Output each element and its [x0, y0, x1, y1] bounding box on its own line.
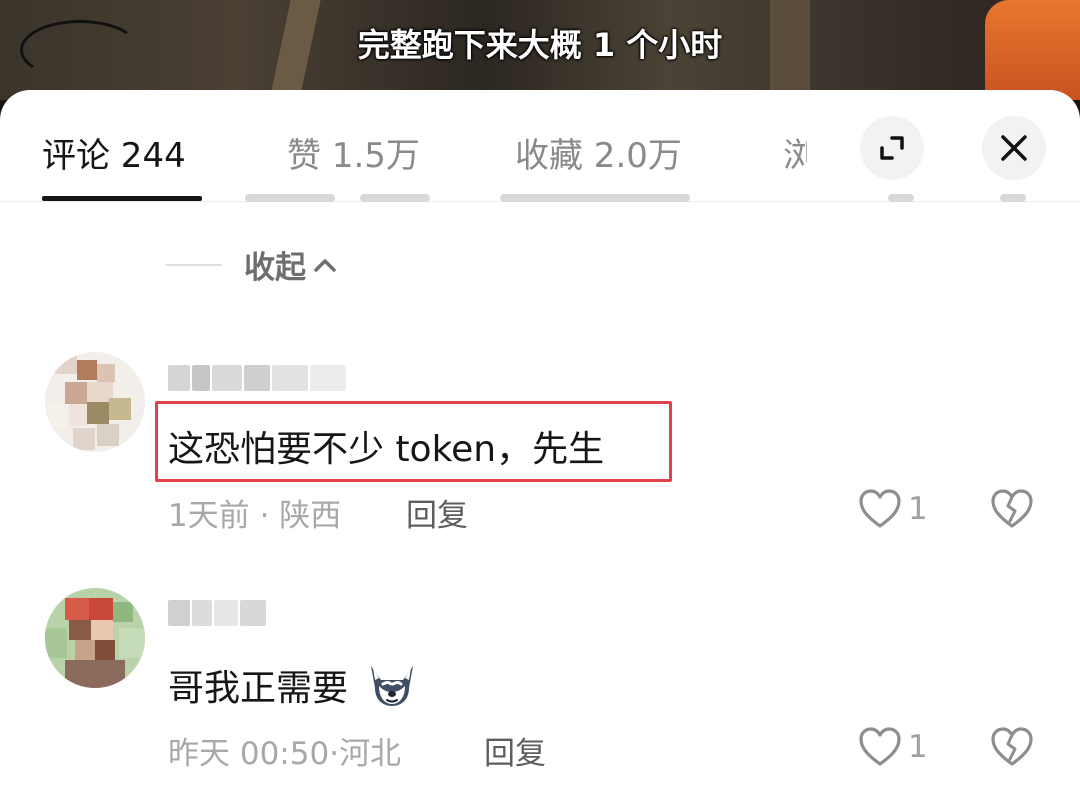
- tab-comments[interactable]: 评论 244: [42, 128, 186, 177]
- like-count: 1: [908, 729, 928, 765]
- username-redacted[interactable]: [168, 600, 266, 626]
- tab-bar: 评论 244 赞 1.5万 收藏 2.0万 浏: [0, 90, 1080, 202]
- close-icon: [1001, 135, 1027, 161]
- close-button[interactable]: [982, 116, 1046, 180]
- avatar[interactable]: [45, 588, 145, 688]
- comment-text: 这恐怕要不少 token，先生: [168, 429, 605, 470]
- tab-likes[interactable]: 赞 1.5万: [287, 128, 420, 177]
- heart-outline-icon: [859, 489, 901, 528]
- video-subtitle: 完整跑下来大概 1 个小时: [357, 26, 723, 64]
- username-redacted[interactable]: [168, 365, 346, 391]
- comment-time: 昨天 00:50: [168, 736, 330, 772]
- meta-separator: ·: [329, 736, 340, 772]
- avatar[interactable]: [45, 352, 145, 452]
- expand-button[interactable]: [860, 116, 924, 180]
- comment-time: 1天前: [168, 498, 250, 534]
- reply-button[interactable]: 回复: [406, 490, 468, 535]
- comment-meta: 1天前 · 陕西: [168, 490, 341, 535]
- like-button[interactable]: 1: [858, 488, 928, 530]
- dislike-button[interactable]: [990, 488, 1034, 534]
- comment-sheet: 评论 244 赞 1.5万 收藏 2.0万 浏 收起 这恐怕要不少 token，…: [0, 90, 1080, 802]
- broken-heart-icon: [991, 489, 1033, 528]
- divider-line: [166, 263, 222, 266]
- collapse-replies-button[interactable]: 收起: [166, 242, 338, 287]
- broken-heart-icon: [991, 727, 1033, 766]
- pixelated-avatar-image: [45, 588, 145, 688]
- pixelated-avatar-image: [45, 352, 131, 450]
- like-count: 1: [908, 491, 928, 527]
- scrolled-content-remnant: [0, 188, 1080, 208]
- comment-meta: 昨天 00:50·河北: [168, 728, 401, 773]
- comment-location: 河北: [339, 736, 402, 772]
- chevron-up-icon: [314, 258, 336, 272]
- meta-separator: ·: [249, 498, 280, 534]
- dislike-button[interactable]: [990, 726, 1034, 772]
- like-button[interactable]: 1: [858, 726, 928, 768]
- husky-emoji-icon: [371, 666, 414, 706]
- comment-location: 陕西: [279, 498, 342, 534]
- tab-views[interactable]: 浏: [783, 128, 807, 177]
- comment-text: 哥我正需要: [168, 658, 421, 711]
- video-player-background[interactable]: 完整跑下来大概 1 个小时: [0, 0, 1080, 100]
- heart-outline-icon: [859, 727, 901, 766]
- tab-favorites[interactable]: 收藏 2.0万: [515, 128, 682, 177]
- reply-button[interactable]: 回复: [484, 728, 546, 773]
- comment-text-body: 哥我正需要: [168, 668, 349, 709]
- collapse-label: 收起: [244, 250, 306, 286]
- expand-icon: [880, 136, 904, 160]
